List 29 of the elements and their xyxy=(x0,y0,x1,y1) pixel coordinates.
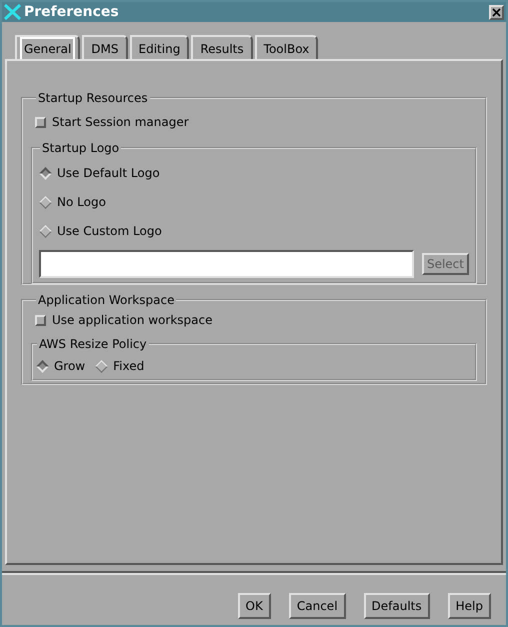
window-title: Preferences xyxy=(24,2,120,22)
tab[interactable]: Editing xyxy=(130,35,190,59)
logo-path-field[interactable] xyxy=(39,250,414,278)
radio-label: Use Default Logo xyxy=(57,165,160,182)
checkbox-label: Use application workspace xyxy=(52,312,212,329)
checkbox-label: Start Session manager xyxy=(52,114,189,131)
group-title: Startup Resources xyxy=(37,90,149,107)
tab[interactable]: DMS xyxy=(82,35,128,59)
group-title: Application Workspace xyxy=(37,292,176,309)
tab[interactable]: ToolBox xyxy=(254,35,318,59)
checkbox[interactable] xyxy=(35,116,46,128)
dialog-button[interactable]: Defaults xyxy=(364,593,430,619)
group-title: Startup Logo xyxy=(41,140,120,157)
x-logo-icon xyxy=(4,4,22,20)
tab[interactable]: Results xyxy=(191,35,253,59)
close-button[interactable] xyxy=(489,4,504,20)
radio-label: No Logo xyxy=(57,194,106,211)
tab[interactable]: General xyxy=(15,35,80,59)
radio-label: Grow xyxy=(54,358,86,375)
radio-label: Fixed xyxy=(113,358,144,375)
dialog-button[interactable]: Cancel xyxy=(288,593,346,619)
radio-button[interactable] xyxy=(39,166,52,180)
checkbox[interactable] xyxy=(35,314,46,326)
dialog-button[interactable]: Help xyxy=(448,593,491,619)
close-icon xyxy=(492,8,501,16)
radio-button[interactable] xyxy=(36,360,49,372)
group-title: AWS Resize Policy xyxy=(38,336,148,353)
dialog-button[interactable]: OK xyxy=(238,593,271,619)
radio-label: Use Custom Logo xyxy=(57,223,162,240)
